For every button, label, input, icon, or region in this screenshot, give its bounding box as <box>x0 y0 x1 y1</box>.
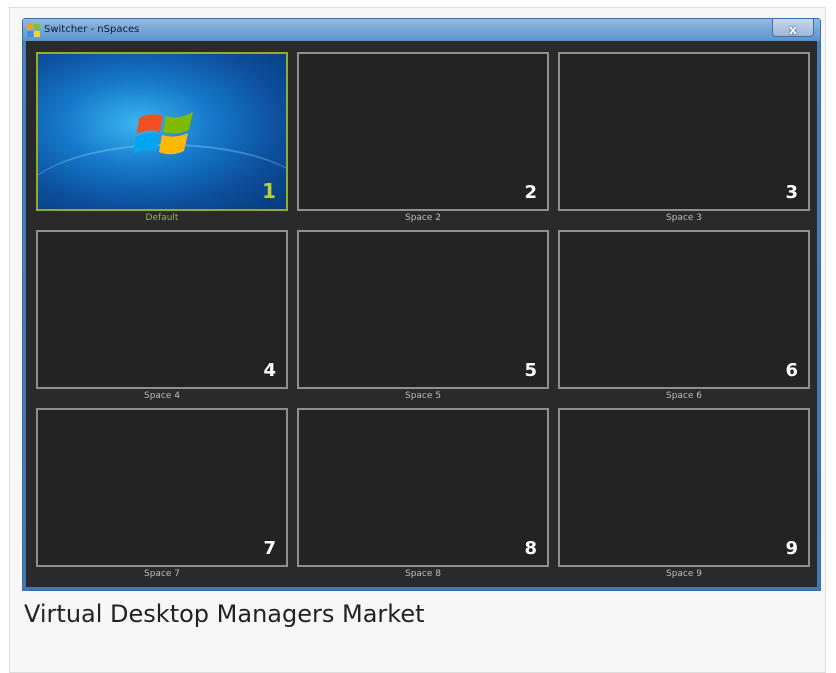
windows-logo-icon <box>133 112 193 155</box>
space-tile-6[interactable]: 6 <box>558 230 810 389</box>
title-bar[interactable]: Switcher - nSpaces x <box>23 19 820 41</box>
close-button[interactable]: x <box>772 19 814 37</box>
space-tile-2[interactable]: 2 <box>297 52 549 211</box>
space-tile-8[interactable]: 8 <box>297 408 549 567</box>
space-tile-7[interactable]: 7 <box>36 408 288 567</box>
space-tile-4[interactable]: 4 <box>36 230 288 389</box>
space-number: 6 <box>785 360 798 381</box>
space-tile-5[interactable]: 5 <box>297 230 549 389</box>
space-tile-9[interactable]: 9 <box>558 408 810 567</box>
space-number: 8 <box>524 538 537 559</box>
switcher-window: Switcher - nSpaces x 1 Default 2 Space 2… <box>22 18 821 591</box>
space-label: Space 5 <box>404 391 441 401</box>
space-label: Space 8 <box>404 569 441 579</box>
space-label: Space 4 <box>143 391 180 401</box>
space-number: 1 <box>262 179 276 203</box>
space-label: Space 9 <box>665 569 702 579</box>
image-caption: Virtual Desktop Managers Market <box>24 600 425 628</box>
space-label: Space 2 <box>404 213 441 223</box>
spaces-grid: 1 Default 2 Space 2 3 Space 3 4 Space 4 … <box>26 41 817 587</box>
space-label: Space 3 <box>665 213 702 223</box>
space-number: 5 <box>524 360 537 381</box>
space-number: 7 <box>263 538 276 559</box>
window-title: Switcher - nSpaces <box>44 24 140 35</box>
article-panel: Switcher - nSpaces x 1 Default 2 Space 2… <box>9 7 826 673</box>
space-number: 9 <box>785 538 798 559</box>
space-tile-1[interactable]: 1 <box>36 52 288 211</box>
space-number: 2 <box>524 182 537 203</box>
close-icon: x <box>789 23 797 37</box>
space-label: Default <box>145 213 179 223</box>
nspaces-app-icon <box>27 24 40 37</box>
space-label: Space 6 <box>665 391 702 401</box>
space-number: 3 <box>785 182 798 203</box>
space-label: Space 7 <box>143 569 180 579</box>
space-tile-3[interactable]: 3 <box>558 52 810 211</box>
space-number: 4 <box>263 360 276 381</box>
